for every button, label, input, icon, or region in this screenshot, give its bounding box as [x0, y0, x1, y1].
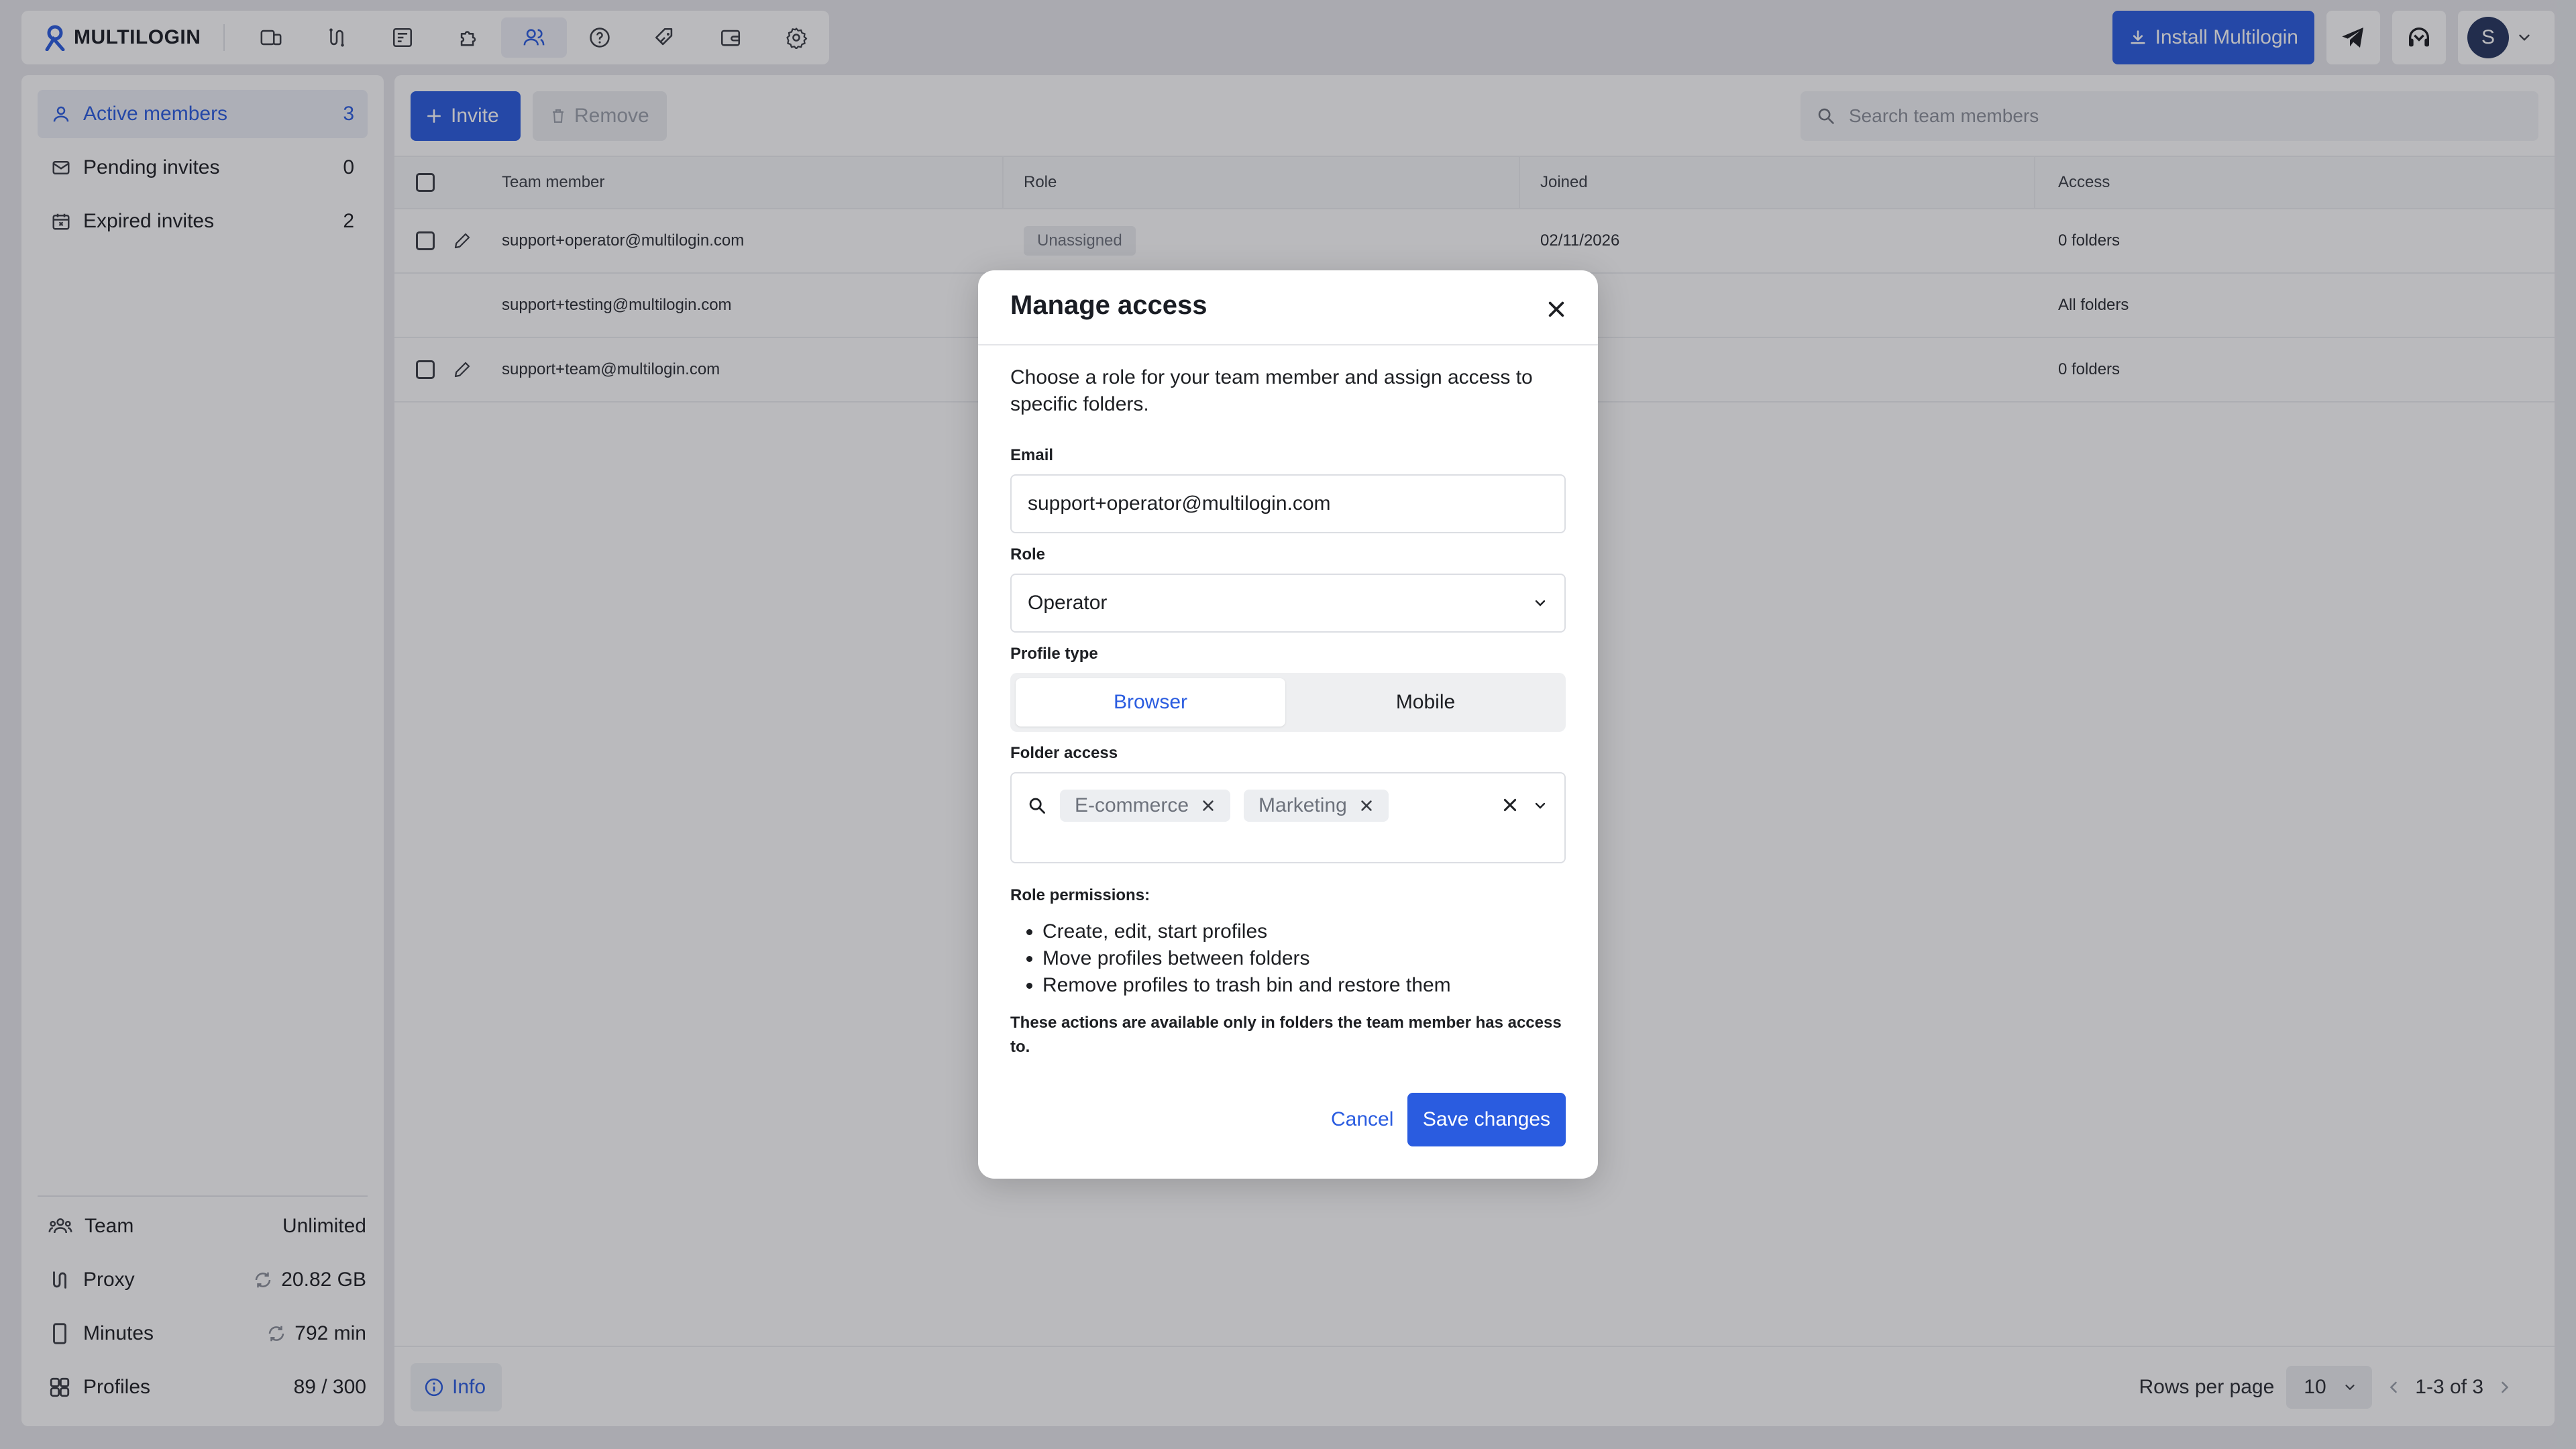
search-icon [1029, 798, 1045, 814]
permissions-note-line2: to. [1010, 1038, 1030, 1056]
folder-access-label: Folder access [1010, 744, 1118, 762]
permission-item: Create, edit, start profiles [1042, 918, 1451, 945]
folder-tag-ecommerce: E-commerce [1060, 790, 1231, 822]
folder-tag-label: E-commerce [1075, 794, 1189, 816]
remove-tag-icon[interactable] [1359, 798, 1374, 813]
dialog-description-line2: specific folders. [1010, 393, 1149, 415]
dialog-description-line1: Choose a role for your team member and a… [1010, 366, 1533, 388]
profile-type-mobile[interactable]: Mobile [1291, 678, 1560, 727]
cancel-button[interactable]: Cancel [1320, 1093, 1404, 1146]
clear-all-icon[interactable] [1501, 796, 1519, 814]
permission-item: Remove profiles to trash bin and restore… [1042, 972, 1451, 999]
profile-type-browser[interactable]: Browser [1016, 678, 1285, 727]
chevron-down-icon[interactable] [1532, 798, 1548, 814]
permissions-label: Role permissions: [1010, 886, 1150, 904]
permissions-note-line1: These actions are available only in fold… [1010, 1014, 1562, 1032]
dialog-title: Manage access [1010, 290, 1208, 320]
chevron-down-icon [1535, 600, 1546, 606]
email-field[interactable]: support+operator@multilogin.com [1010, 474, 1566, 533]
dialog-header: Manage access [978, 270, 1598, 345]
folder-access-multiselect[interactable]: E-commerce Marketing [1010, 772, 1566, 863]
manage-access-dialog: Manage access Choose a role for your tea… [978, 270, 1598, 1179]
save-changes-button[interactable]: Save changes [1407, 1093, 1566, 1146]
role-select[interactable]: Operator [1010, 574, 1566, 633]
folder-tag-label: Marketing [1258, 794, 1347, 816]
folder-tag-marketing: Marketing [1244, 790, 1389, 822]
role-value: Operator [1028, 592, 1108, 614]
remove-tag-icon[interactable] [1201, 798, 1216, 813]
permission-item: Move profiles between folders [1042, 945, 1451, 972]
close-icon[interactable] [1546, 299, 1567, 320]
email-label: Email [1010, 446, 1054, 464]
role-label: Role [1010, 545, 1046, 564]
profile-type-label: Profile type [1010, 645, 1098, 663]
email-value: support+operator@multilogin.com [1028, 492, 1331, 515]
permissions-list: Create, edit, start profiles Move profil… [1042, 918, 1451, 999]
profile-type-toggle: Browser Mobile [1010, 673, 1566, 732]
